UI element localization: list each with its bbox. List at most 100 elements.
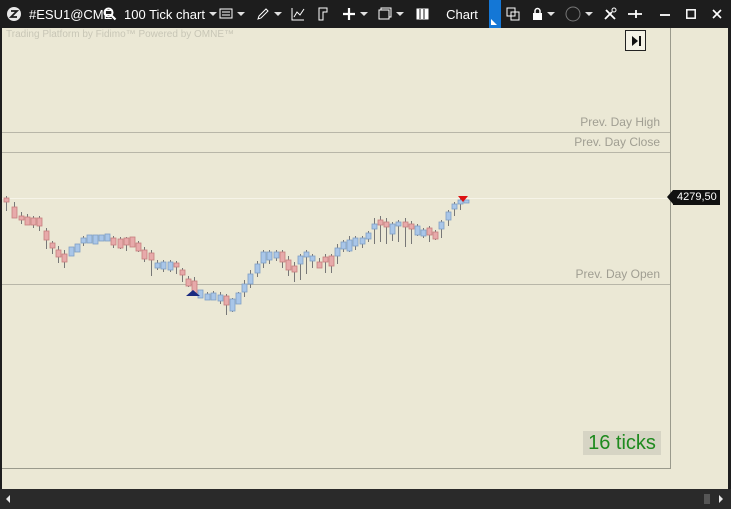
candle-up xyxy=(359,237,366,245)
candle-up xyxy=(303,251,310,258)
maximize-icon[interactable] xyxy=(684,0,698,28)
candle-down xyxy=(148,252,155,261)
candle-up xyxy=(371,223,378,230)
lock-button[interactable] xyxy=(532,0,555,28)
chart-type-icon xyxy=(219,8,233,19)
candle-up xyxy=(229,298,236,312)
indicators-icon[interactable] xyxy=(290,0,306,28)
circle-icon xyxy=(565,6,581,22)
candle-down xyxy=(383,221,390,228)
candle-up xyxy=(352,237,359,247)
candle-up xyxy=(68,246,75,257)
tab-chart[interactable]: Chart xyxy=(434,0,490,28)
scrollbar-thumb[interactable] xyxy=(704,494,710,504)
color-picker-button[interactable] xyxy=(565,0,593,28)
candle-up xyxy=(346,239,353,252)
candle-up xyxy=(463,199,470,204)
candle-down xyxy=(432,231,439,240)
candle-down xyxy=(3,197,10,203)
candle-down xyxy=(61,253,68,263)
candle-down xyxy=(18,215,25,221)
timeframe-label: 100 Tick chart xyxy=(124,6,205,22)
candle-up xyxy=(74,243,81,253)
candle-up xyxy=(241,283,248,293)
candle-up xyxy=(86,234,93,244)
candle-down xyxy=(179,269,186,276)
close-icon[interactable] xyxy=(710,0,724,28)
plot-border-right xyxy=(670,28,671,469)
chart-area[interactable]: Trading Platform by Fidimo™ Powered by O… xyxy=(2,28,728,489)
panels-icon[interactable] xyxy=(415,0,429,28)
candle-down xyxy=(322,256,329,263)
candle-down xyxy=(316,261,323,269)
drawing-tools-button[interactable] xyxy=(256,0,282,28)
candle-up xyxy=(80,237,87,244)
chevron-down-icon xyxy=(396,12,404,16)
candle-up xyxy=(266,251,273,261)
scroll-left-icon[interactable] xyxy=(6,495,10,503)
candle-down xyxy=(377,219,384,226)
candle-up xyxy=(235,292,242,305)
candle-down xyxy=(24,216,31,226)
chart-type-button[interactable] xyxy=(219,0,245,28)
candle-up xyxy=(154,262,161,269)
chevron-down-icon xyxy=(360,12,368,16)
candle-up xyxy=(309,255,316,262)
candle-down xyxy=(291,265,298,273)
candle-up xyxy=(104,233,111,242)
candle-up xyxy=(210,292,217,301)
candle-down xyxy=(43,230,50,241)
chevron-down-icon xyxy=(274,12,282,16)
candle-up xyxy=(334,247,341,257)
candle-up xyxy=(260,251,267,264)
window-layout-button[interactable] xyxy=(378,0,404,28)
candle-up xyxy=(420,229,427,237)
last-price-tag: 4279,50 xyxy=(667,190,720,205)
symbol-label[interactable]: #ESU1@CME xyxy=(29,7,112,22)
chevron-down-icon xyxy=(585,12,593,16)
candle-up xyxy=(414,225,421,236)
pin-icon[interactable] xyxy=(627,0,643,28)
lock-icon xyxy=(533,7,542,20)
candle-up xyxy=(395,221,402,227)
plus-icon xyxy=(343,8,355,20)
candle-down xyxy=(279,251,286,263)
top-toolbar: #ESU1@CME 100 Tick chart Chart xyxy=(0,0,731,28)
candle-down xyxy=(135,242,142,252)
plot-border-bottom xyxy=(2,468,671,469)
candle-up xyxy=(297,255,304,265)
horizontal-scrollbar[interactable] xyxy=(0,489,731,509)
link-color-indicator[interactable] xyxy=(489,0,501,28)
candle-up xyxy=(217,294,224,302)
add-button[interactable] xyxy=(342,0,368,28)
candle-down xyxy=(285,259,292,271)
candle-down xyxy=(129,236,136,248)
candle-down xyxy=(123,237,130,246)
scroll-right-icon[interactable] xyxy=(719,495,723,503)
candle-up xyxy=(92,234,99,245)
candle-up xyxy=(204,293,211,301)
candle-up xyxy=(197,289,204,299)
corner-marker-icon xyxy=(491,19,497,25)
chevron-down-icon xyxy=(237,12,245,16)
tab-chart-label: Chart xyxy=(446,6,478,22)
candle-down xyxy=(49,242,56,249)
app-logo-icon[interactable] xyxy=(6,0,22,28)
candle-up xyxy=(247,273,254,285)
candle-up xyxy=(273,251,280,259)
candle-down xyxy=(117,238,124,249)
chevron-down-icon xyxy=(547,12,555,16)
timeframe-dropdown[interactable]: 100 Tick chart xyxy=(124,0,217,28)
candle-up xyxy=(389,223,396,235)
candle-down xyxy=(30,217,37,226)
minimize-icon[interactable] xyxy=(658,0,672,28)
link-windows-icon[interactable] xyxy=(505,0,521,28)
pencil-icon xyxy=(257,8,269,20)
settings-tools-icon[interactable] xyxy=(602,0,618,28)
candle-up xyxy=(365,232,372,240)
template-icon[interactable] xyxy=(316,0,330,28)
candle-up xyxy=(451,203,458,210)
search-icon[interactable] xyxy=(103,0,117,28)
candlestick-plot[interactable] xyxy=(2,28,670,468)
window-icon xyxy=(378,7,392,20)
